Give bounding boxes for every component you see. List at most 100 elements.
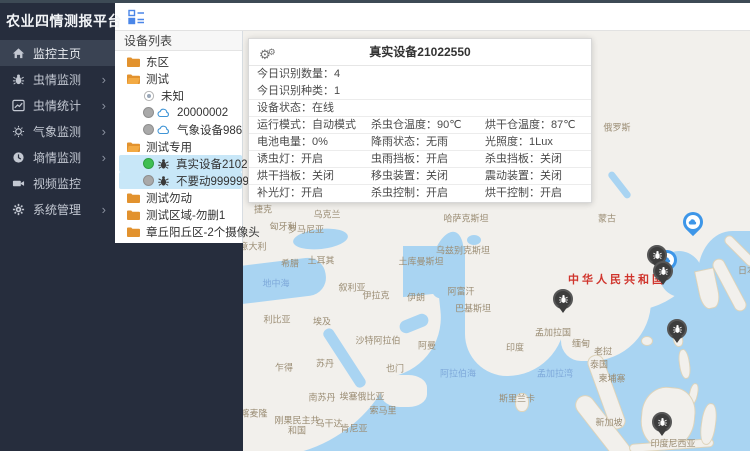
top-header: [115, 3, 750, 31]
chart-icon: [11, 98, 25, 112]
sidebar-item-soil-monitor[interactable]: 墒情监测›: [0, 144, 115, 170]
chevron-right-icon: ›: [102, 98, 106, 113]
sidebar-item-video-monitor[interactable]: 视频监控: [0, 170, 115, 196]
insect-device-icon: [157, 175, 170, 187]
sidebar-item-insect-stats[interactable]: 虫情统计›: [0, 92, 115, 118]
folder-open-icon: [126, 73, 140, 85]
tree-item-label: 东区: [146, 54, 169, 70]
sea-label: 阿拉伯海: [440, 367, 476, 380]
island-srilanka: [515, 393, 529, 412]
sidebar-item-weather-monitor[interactable]: 气象监测›: [0, 118, 115, 144]
popup-info-row: 今日识别数量：4: [249, 66, 591, 83]
folder-icon: [126, 192, 140, 204]
popup-title-bar: ⚙⚙ 真实设备21022550: [249, 39, 591, 66]
popup-status-cell: 移虫装置：关闭: [363, 168, 477, 184]
tree-item[interactable]: 气象设备986: [115, 121, 242, 138]
insect-station-marker[interactable]: [553, 289, 573, 309]
popup-grid-row: 诱虫灯：开启虫雨挡板：开启杀虫挡板：关闭: [249, 151, 591, 168]
device-tree: 东区测试未知20000002气象设备986测试专用真实设备21022550不要动…: [115, 51, 242, 240]
popup-status-cell: 补光灯：开启: [249, 185, 363, 202]
chevron-right-icon: ›: [102, 72, 106, 87]
chevron-right-icon: ›: [102, 150, 106, 165]
settings-cogs-icon[interactable]: ⚙⚙: [259, 39, 276, 68]
insect-station-marker[interactable]: [653, 261, 673, 281]
popup-status-cell: 杀虫控制：开启: [363, 185, 477, 202]
land-indochina: [561, 241, 651, 361]
bug-icon: [11, 72, 25, 86]
tree-item[interactable]: 未知: [115, 87, 242, 104]
popup-status-cell: 杀虫仓温度：90℃: [363, 117, 477, 133]
popup-status-cell: 运行模式：自动模式: [249, 117, 363, 133]
folder-icon: [126, 56, 140, 68]
app-title: 农业四情测报平台: [0, 0, 115, 31]
home-icon: [11, 46, 25, 60]
folder-icon: [126, 226, 140, 238]
chevron-right-icon: ›: [102, 124, 106, 139]
tree-item-label: 章丘阳丘区-2个摄像头: [146, 224, 260, 240]
popup-status-cell: 诱虫灯：开启: [249, 151, 363, 167]
land-india: [465, 241, 565, 376]
tree-item[interactable]: 真实设备21022550: [119, 155, 242, 172]
weather-marker-face: [686, 215, 700, 229]
device-popup: ⚙⚙ 真实设备21022550 今日识别数量：4今日识别种类：1设备状态：在线运…: [248, 38, 592, 203]
sidebar-item-label: 视频监控: [33, 175, 115, 192]
tree-item[interactable]: 东区: [115, 53, 242, 70]
popup-info-row: 设备状态：在线: [249, 100, 591, 117]
popup-grid-row: 烘干挡板：关闭移虫装置：关闭震动装置：关闭: [249, 168, 591, 185]
device-panel: 设备列表 东区测试未知20000002气象设备986测试专用真实设备210225…: [115, 31, 243, 451]
land-africa-horn: [381, 375, 427, 407]
lake-aral: [467, 235, 481, 245]
tree-item-label: 测试专用: [146, 139, 192, 155]
tree-item[interactable]: 不要动99999999: [119, 172, 242, 189]
popup-status-cell: 电池电量：0%: [249, 134, 363, 150]
status-dot-online: [143, 158, 154, 169]
status-dot-offline: [143, 175, 154, 186]
tree-item[interactable]: 20000002: [115, 104, 242, 121]
panel-toggle-icon[interactable]: [128, 9, 146, 25]
device-panel-title: 设备列表: [115, 31, 242, 51]
app-window: 农业四情测报平台 监控主页虫情监测›虫情统计›气象监测›墒情监测›视频监控系统管…: [0, 0, 750, 451]
weather-device-icon: [157, 125, 171, 135]
tree-item[interactable]: 章丘阳丘区-2个摄像头: [115, 223, 242, 240]
popup-status-cell: 烘干仓温度：87℃: [477, 117, 591, 133]
popup-body: 今日识别数量：4今日识别种类：1设备状态：在线运行模式：自动模式杀虫仓温度：90…: [249, 66, 591, 202]
tree-item[interactable]: 测试勿动: [115, 189, 242, 206]
tree-item[interactable]: 测试: [115, 70, 242, 87]
tree-item[interactable]: 测试区域-勿删1: [115, 206, 242, 223]
sidebar-item-label: 虫情监测: [33, 71, 102, 88]
insect-station-marker[interactable]: [652, 412, 672, 432]
status-dot-offline: [143, 124, 154, 135]
popup-grid-row: 运行模式：自动模式杀虫仓温度：90℃烘干仓温度：87℃: [249, 117, 591, 134]
popup-status-cell: 杀虫挡板：关闭: [477, 151, 591, 167]
tree-item-label: 未知: [161, 88, 184, 104]
sidebar-item-system-manage[interactable]: 系统管理›: [0, 196, 115, 222]
video-icon: [11, 176, 25, 190]
island-hainan: [641, 336, 653, 346]
insect-station-marker[interactable]: [667, 319, 687, 339]
tree-item-label: 测试区域-勿删1: [146, 207, 225, 223]
popup-grid-row: 补光灯：开启杀虫控制：开启烘干控制：开启: [249, 185, 591, 202]
popup-status-cell: 烘干挡板：关闭: [249, 168, 363, 184]
sidebar-menu: 监控主页虫情监测›虫情统计›气象监测›墒情监测›视频监控系统管理›: [0, 40, 115, 222]
settings-icon: [11, 202, 25, 216]
sidebar-item-insect-monitor[interactable]: 虫情监测›: [0, 66, 115, 92]
popup-status-cell: 光照度：1Lux: [477, 134, 591, 150]
radio-icon: [143, 90, 155, 102]
folder-icon: [126, 209, 140, 221]
chevron-right-icon: ›: [102, 202, 106, 217]
soil-icon: [11, 150, 25, 164]
popup-status-cell: 震动装置：关闭: [477, 168, 591, 184]
tree-item[interactable]: 测试专用: [115, 138, 242, 155]
tree-item-label: 测试勿动: [146, 190, 192, 206]
tree-item-label: 测试: [146, 71, 169, 87]
island-philippines-1: [677, 348, 692, 379]
folder-open-icon: [126, 141, 140, 153]
weather-device-icon: [157, 108, 171, 118]
insect-device-icon: [157, 158, 170, 170]
sea-label: 孟加拉湾: [537, 367, 573, 380]
status-dot-offline: [143, 107, 154, 118]
popup-status-cell: 降雨状态：无雨: [363, 134, 477, 150]
sidebar-item-monitor-home[interactable]: 监控主页: [0, 40, 115, 66]
device-panel-card: 设备列表 东区测试未知20000002气象设备986测试专用真实设备210225…: [115, 31, 243, 243]
popup-status-cell: 虫雨挡板：开启: [363, 151, 477, 167]
